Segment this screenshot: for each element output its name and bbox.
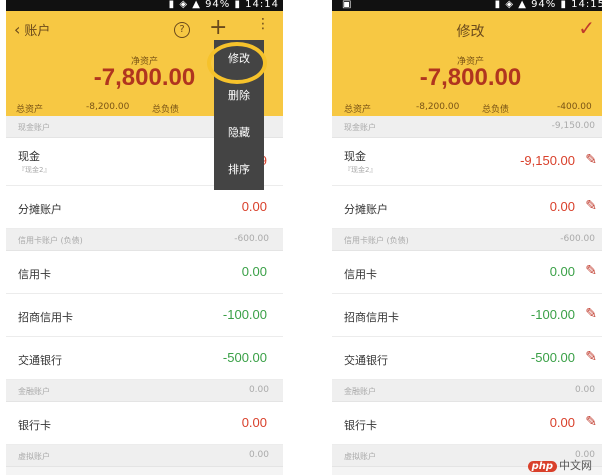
account-name: 信用卡 <box>344 268 377 281</box>
section-total: -600.00 <box>560 234 595 244</box>
account-row-split[interactable]: 分摊账户 0.00 <box>6 186 283 229</box>
section-credit: 信用卡账户 (负债) -600.00 <box>332 229 602 251</box>
site-watermark: php 中文网 <box>527 457 592 473</box>
section-total: 0.00 <box>574 385 595 395</box>
total-liabilities-label: 总负债 <box>152 105 180 115</box>
edit-header: 修改 ✓ 净资产 -7,800.00 总资产 -8,200.00 总负债 -40… <box>332 11 602 116</box>
section-label: 信用卡账户 (负债) <box>344 236 409 245</box>
screenshot-stage: ▮ ◈ ▲ 94% ▮ 14:14 ‹ 账户 ? + ⋮ 净资产 -7,800.… <box>0 0 602 475</box>
summary-bar: 总资产 -8,200.00 总负债 -400.00 <box>332 100 602 116</box>
account-row-cmb[interactable]: 招商信用卡 -100.00 <box>6 294 283 337</box>
section-finance: 金融账户 0.00 <box>6 380 283 402</box>
account-name: 银行卡 <box>18 419 51 432</box>
account-row-bocom[interactable]: 交通银行 -500.00 ✎ <box>332 337 602 380</box>
notification-icon: ▣ <box>342 0 352 10</box>
left-phone-screen: ▮ ◈ ▲ 94% ▮ 14:14 ‹ 账户 ? + ⋮ 净资产 -7,800.… <box>6 0 283 475</box>
highlight-ring <box>207 42 267 84</box>
back-label: 账户 <box>24 23 51 39</box>
help-icon[interactable]: ? <box>174 22 190 38</box>
account-row-credit[interactable]: 信用卡 0.00 ✎ <box>332 251 602 294</box>
chevron-left-icon: ‹ <box>14 19 21 39</box>
account-row-bocom[interactable]: 交通银行 -500.00 <box>6 337 283 380</box>
total-liabilities-label: 总负债 <box>482 105 510 115</box>
section-label: 虚拟账户 <box>18 452 50 461</box>
account-name: 信用卡 <box>18 268 51 281</box>
account-name: 现金 <box>344 150 366 163</box>
section-label: 虚拟账户 <box>344 452 376 461</box>
account-amount: -500.00 <box>222 350 267 365</box>
more-icon[interactable]: ⋮ <box>256 16 270 32</box>
section-total: 0.00 <box>248 385 269 395</box>
account-name: 招商信用卡 <box>344 311 399 324</box>
account-amount: 0.00 <box>241 415 267 430</box>
account-amount: -100.00 <box>530 307 575 322</box>
account-amount: -100.00 <box>222 307 267 322</box>
account-row-cmb[interactable]: 招商信用卡 -100.00 ✎ <box>332 294 602 337</box>
page-title: 修改 <box>456 24 485 40</box>
account-subtitle: 『现金2』 <box>344 166 377 174</box>
back-button[interactable]: ‹ 账户 <box>14 19 50 39</box>
top-bar: 修改 ✓ <box>332 11 602 46</box>
section-finance: 金融账户 0.00 <box>332 380 602 402</box>
status-icons: ▮ ◈ ▲ 94% ▮ 14:14 <box>168 0 279 10</box>
net-assets-value: -7,800.00 <box>419 64 522 91</box>
check-icon[interactable]: ✓ <box>578 16 595 40</box>
account-row-cash[interactable]: 现金 『现金2』 -9,150.00 ✎ <box>332 138 602 186</box>
account-name: 招商信用卡 <box>18 311 73 324</box>
section-label: 金融账户 <box>344 387 376 396</box>
account-subtitle: 『现金2』 <box>18 166 51 174</box>
account-name: 分摊账户 <box>344 203 388 216</box>
section-label: 现金账户 <box>18 123 50 132</box>
account-name: 交通银行 <box>18 354 62 367</box>
total-liabilities-value: -400.00 <box>557 102 592 112</box>
watermark-text: 中文网 <box>559 459 592 472</box>
total-assets-label: 总资产 <box>344 105 372 115</box>
total-assets-label: 总资产 <box>16 105 44 115</box>
menu-item-hide[interactable]: 隐藏 <box>214 114 264 151</box>
account-amount: -9,150.00 <box>520 153 575 168</box>
account-name: 现金 <box>18 150 40 163</box>
pencil-icon[interactable]: ✎ <box>585 198 597 214</box>
account-amount: 0.00 <box>549 415 575 430</box>
pencil-icon[interactable]: ✎ <box>585 152 597 168</box>
pencil-icon[interactable]: ✎ <box>585 349 597 365</box>
status-bar: ▣ ▮ ◈ ▲ 94% ▮ 14:15 <box>332 0 602 11</box>
account-row-bank[interactable]: 银行卡 0.00 <box>6 402 283 445</box>
right-phone-screen: ▣ ▮ ◈ ▲ 94% ▮ 14:15 修改 ✓ 净资产 -7,800.00 总… <box>332 0 602 475</box>
section-credit: 信用卡账户 (负债) -600.00 <box>6 229 283 251</box>
account-name: 交通银行 <box>344 354 388 367</box>
section-total: 0.00 <box>248 450 269 460</box>
account-amount: 0.00 <box>549 264 575 279</box>
account-row-credit[interactable]: 信用卡 0.00 <box>6 251 283 294</box>
add-icon[interactable]: + <box>209 15 227 40</box>
account-row-split[interactable]: 分摊账户 0.00 ✎ <box>332 186 602 229</box>
watermark-badge: php <box>527 461 557 472</box>
account-amount: 0.00 <box>241 199 267 214</box>
pencil-icon[interactable]: ✎ <box>585 414 597 430</box>
account-amount: -500.00 <box>530 350 575 365</box>
section-label: 信用卡账户 (负债) <box>18 236 83 245</box>
pencil-icon[interactable]: ✎ <box>585 306 597 322</box>
section-label: 现金账户 <box>344 123 376 132</box>
account-row-bank[interactable]: 银行卡 0.00 ✎ <box>332 402 602 445</box>
total-assets-value: -8,200.00 <box>416 102 460 112</box>
account-list: 现金账户 -9,150.00 现金 『现金2』 -9,150.00 ✎ 分摊账户… <box>332 116 602 467</box>
total-assets-value: -8,200.00 <box>86 102 130 112</box>
section-total: -9,150.00 <box>551 121 595 131</box>
account-amount: 0.00 <box>241 264 267 279</box>
account-name: 分摊账户 <box>18 203 62 216</box>
section-label: 金融账户 <box>18 387 50 396</box>
section-total: -600.00 <box>234 234 269 244</box>
account-name: 银行卡 <box>344 419 377 432</box>
account-amount: 0.00 <box>549 199 575 214</box>
status-icons: ▮ ◈ ▲ 94% ▮ 14:15 <box>494 0 602 10</box>
menu-item-sort[interactable]: 排序 <box>214 151 264 188</box>
pencil-icon[interactable]: ✎ <box>585 263 597 279</box>
status-bar: ▮ ◈ ▲ 94% ▮ 14:14 <box>6 0 283 11</box>
section-virtual: 虚拟账户 0.00 <box>6 445 283 467</box>
section-cash: 现金账户 -9,150.00 <box>332 116 602 138</box>
